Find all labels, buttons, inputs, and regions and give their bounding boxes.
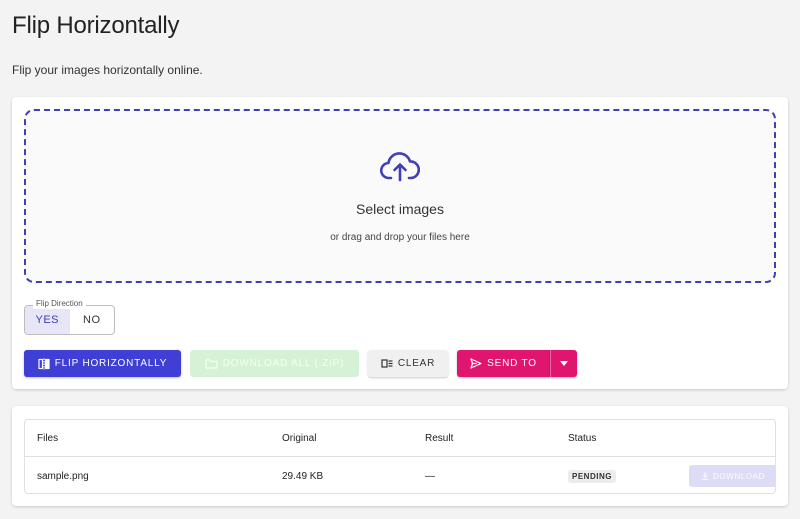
header-files: Files: [37, 432, 59, 444]
files-card: Files Original Result Status sample.png …: [12, 406, 788, 506]
clear-list-icon: [381, 358, 393, 369]
image-dropzone[interactable]: Select images or drag and drop your file…: [24, 109, 776, 283]
files-table: Files Original Result Status sample.png …: [24, 419, 776, 494]
dropzone-title: Select images: [356, 201, 444, 217]
original-size: 29.49 KB: [282, 470, 324, 482]
table-header-row: Files Original Result Status: [25, 420, 775, 457]
send-to-menu-button[interactable]: [550, 350, 577, 377]
file-name: sample.png: [37, 470, 89, 482]
download-all-zip-button[interactable]: DOWNLOAD ALL (.ZIP): [190, 350, 359, 377]
clear-button[interactable]: CLEAR: [368, 350, 448, 377]
action-cell: DOWNLOAD: [689, 457, 775, 493]
page-subtitle: Flip your images horizontally online.: [12, 63, 203, 77]
send-to-label: SEND TO: [487, 358, 537, 369]
header-result: Result: [425, 432, 454, 444]
header-status: Status: [568, 432, 597, 444]
folder-zip-icon: [205, 358, 218, 369]
status-badge: PENDING: [568, 469, 616, 483]
flip-horizontal-icon: [38, 358, 50, 370]
download-icon: [701, 472, 709, 480]
dropzone-hint: or drag and drop your files here: [330, 232, 470, 243]
row-download-label: DOWNLOAD: [713, 471, 765, 481]
clear-label: CLEAR: [397, 358, 436, 369]
send-to-button[interactable]: SEND TO: [457, 350, 550, 377]
flip-horizontally-button[interactable]: FLIP HORIZONTALLY: [24, 350, 181, 377]
flip-direction-legend: Flip Direction: [33, 299, 86, 309]
flip-direction-no[interactable]: NO: [70, 306, 115, 334]
result-size: —: [425, 470, 435, 482]
row-download-button[interactable]: DOWNLOAD: [689, 465, 775, 487]
caret-down-icon: [560, 361, 568, 366]
flip-horizontally-label: FLIP HORIZONTALLY: [54, 358, 168, 369]
flip-tool-card: Select images or drag and drop your file…: [12, 97, 788, 389]
table-row: sample.png 29.49 KB — PENDING DOWNLOAD: [25, 457, 775, 493]
download-all-zip-label: DOWNLOAD ALL (.ZIP): [222, 358, 345, 369]
flip-direction-yes[interactable]: YES: [25, 306, 70, 334]
cloud-upload-icon: [379, 151, 421, 183]
flip-direction-toggle: Flip Direction YES NO: [24, 299, 115, 335]
header-original: Original: [282, 432, 317, 444]
status-cell: PENDING: [568, 457, 616, 493]
send-icon: [470, 358, 482, 369]
page-title: Flip Horizontally: [12, 12, 180, 39]
